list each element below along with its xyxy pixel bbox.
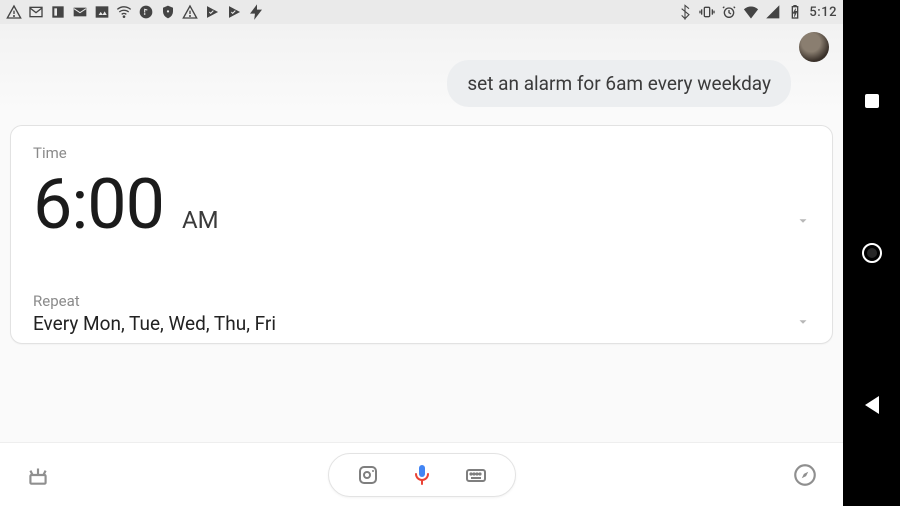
user-message-bubble: set an alarm for 6am every weekday [447,60,791,107]
alert-icon [6,4,22,20]
wifi-signal-icon [743,4,759,20]
time-label: Time [33,144,810,162]
image-icon [94,4,110,20]
lens-icon[interactable] [355,462,381,488]
mail-icon [72,4,88,20]
chevron-down-icon[interactable] [796,213,810,232]
recent-apps-button[interactable] [861,90,883,112]
bluetooth-icon [677,4,693,20]
vibrate-icon [699,4,715,20]
input-pill [328,453,516,497]
back-button[interactable] [861,394,883,416]
play-check-icon [226,4,242,20]
keyboard-icon[interactable] [463,462,489,488]
bolt-icon [248,4,264,20]
assistant-content: set an alarm for 6am every weekday Time … [0,24,843,506]
chevron-down-icon[interactable] [796,314,810,333]
repeat-value: Every Mon, Tue, Wed, Thu, Fri [33,312,276,335]
alarm-card: Time 6:00 AM Repeat Every Mon, Tue, Wed,… [10,125,833,344]
status-bar: 5:12 [0,0,843,24]
ampm-value: AM [182,206,219,234]
alarm-icon [721,4,737,20]
status-time: 5:12 [809,5,837,20]
assistant-input-bar [0,442,843,506]
repeat-row[interactable]: Every Mon, Tue, Wed, Thu, Fri [33,312,810,335]
wifi-icon [116,4,132,20]
shield-icon [160,4,176,20]
home-button[interactable] [861,242,883,264]
play-check-icon [204,4,220,20]
time-value: 6:00 [33,164,164,246]
repeat-label: Repeat [33,292,810,310]
explore-icon[interactable] [18,462,58,488]
cell-signal-icon [765,4,781,20]
compass-icon[interactable] [785,462,825,488]
music-icon [138,4,154,20]
gmail-icon [28,4,44,20]
mic-icon[interactable] [409,462,435,488]
time-row[interactable]: 6:00 AM [33,164,810,246]
battery-charging-icon [787,4,803,20]
alert-icon [182,4,198,20]
book-icon [50,4,66,20]
user-avatar[interactable] [799,32,829,62]
android-nav-bar [843,0,900,506]
